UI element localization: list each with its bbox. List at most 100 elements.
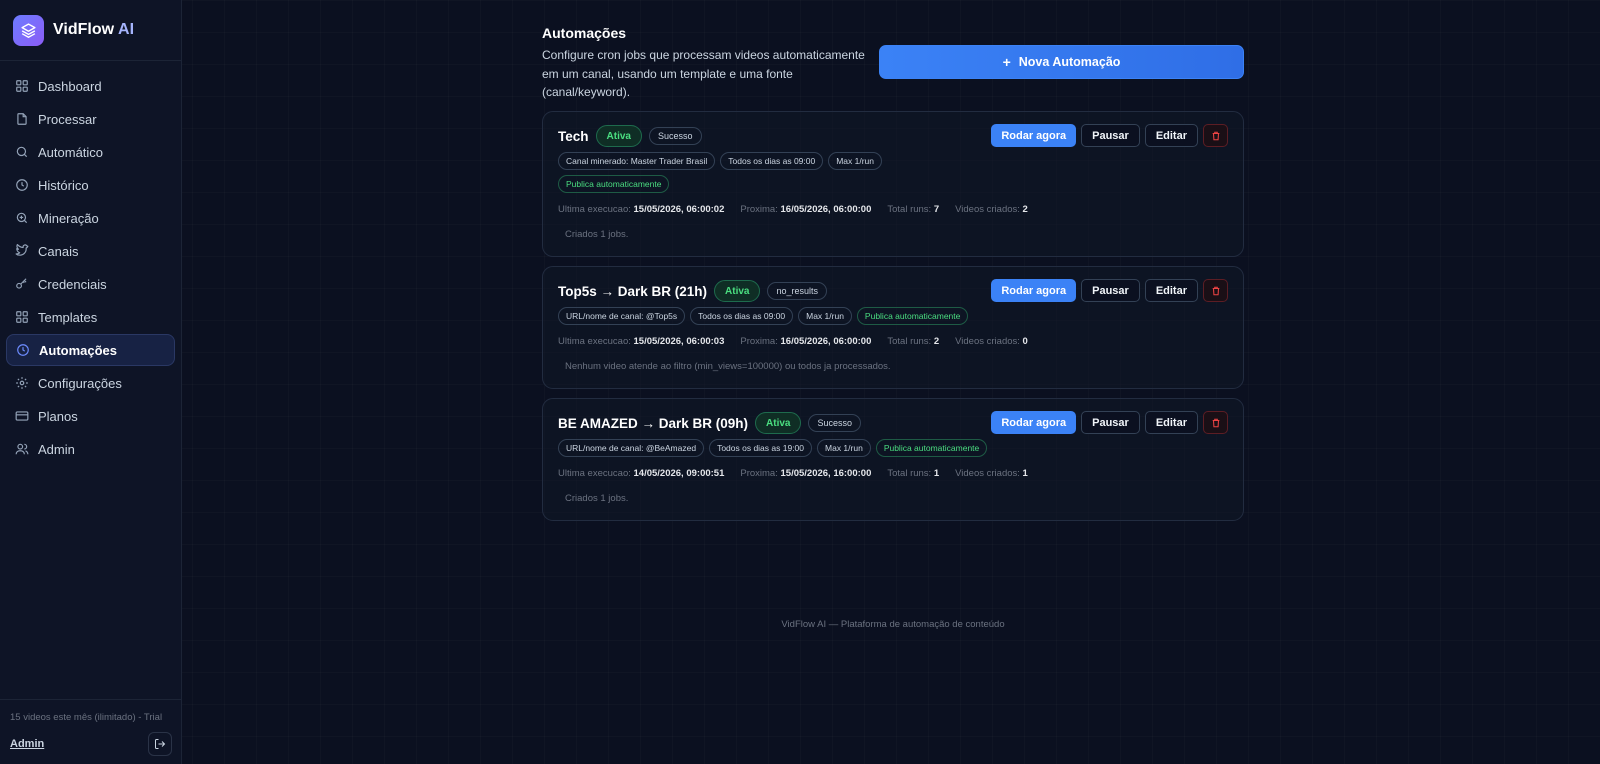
run-now-button[interactable]: Rodar agora (991, 411, 1077, 434)
tag: Todos os dias as 19:00 (709, 439, 813, 457)
trash-icon (1212, 286, 1219, 295)
nav-item-dashboard[interactable]: Dashboard (6, 70, 175, 102)
nav-label: Credenciais (38, 276, 107, 292)
users-icon (15, 443, 29, 455)
nav-item-mineracao[interactable]: Mineração (6, 202, 175, 234)
state-badge: Ativa (595, 125, 642, 147)
stats-row: Ultima execucao: 15/05/2026, 06:00:02 Pr… (558, 202, 1228, 216)
pause-button[interactable]: Pausar (1081, 411, 1140, 434)
nav-item-processar[interactable]: Processar (6, 103, 175, 135)
brand-name: VidFlow AI (53, 21, 134, 39)
stat-label: Ultima execucao: (558, 335, 631, 347)
stats-row: Ultima execucao: 14/05/2026, 09:00:51 Pr… (558, 466, 1228, 480)
nav-label: Templates (38, 309, 98, 325)
nav-label: Admin (38, 441, 75, 457)
nav-label: Processar (38, 111, 97, 127)
stat-label: Videos criados: (955, 467, 1020, 479)
brand-text: VidFlow (53, 21, 115, 38)
tag: Todos os dias as 09:00 (720, 152, 824, 170)
status-badge: no_results (767, 282, 828, 300)
automation-title: Top5s → Dark BR (21h) (558, 283, 708, 299)
nav-item-historico[interactable]: Histórico (6, 169, 175, 201)
plus-icon: + (1002, 54, 1011, 70)
automation-card: Top5s → Dark BR (21h) Ativa no_results R… (542, 266, 1244, 389)
pause-button[interactable]: Pausar (1081, 279, 1140, 302)
stat-value: 15/05/2026, 16:00:00 (780, 467, 872, 479)
stat-label: Proxima: (740, 203, 778, 215)
stat-label: Total runs: (887, 335, 932, 347)
stat-label: Total runs: (887, 467, 932, 479)
stat-value: 1 (1022, 467, 1028, 479)
tag-list: URL/nome de canal: @BeAmazed Todos os di… (558, 439, 988, 457)
edit-button[interactable]: Editar (1144, 279, 1198, 302)
stat-value: 15/05/2026, 06:00:03 (633, 335, 725, 347)
status-badge: Sucesso (648, 127, 702, 145)
trash-icon (1212, 131, 1219, 140)
card-icon (15, 411, 29, 421)
user-link[interactable]: Admin (10, 738, 44, 750)
nav-item-admin[interactable]: Admin (6, 433, 175, 465)
stat-value: 14/05/2026, 09:00:51 (633, 467, 725, 479)
stat-label: Total runs: (887, 203, 932, 215)
nav-label: Canais (38, 243, 79, 259)
edit-button[interactable]: Editar (1144, 124, 1198, 147)
nav-label: Configurações (38, 375, 122, 391)
stat-videos: Videos criados: 0 (955, 336, 1028, 347)
nav-item-canais[interactable]: Canais (6, 235, 175, 267)
stat-label: Videos criados: (955, 203, 1020, 215)
sidebar: VidFlow AI Dashboard Processar Automático… (0, 0, 182, 764)
stat-value: 15/05/2026, 06:00:02 (633, 203, 725, 215)
usage-text: 15 videos este mês (ilimitado) - Trial (10, 712, 163, 723)
search-icon (16, 146, 28, 158)
page-title: Automações (542, 25, 627, 41)
stat-runs: Total runs: 7 (887, 204, 939, 215)
stat-videos: Videos criados: 2 (955, 204, 1028, 215)
state-badge: Ativa (755, 412, 802, 434)
page-header: Automações Configure cron jobs que proce… (542, 0, 1244, 111)
gear-icon (16, 377, 28, 389)
stat-value: 1 (933, 467, 940, 479)
card-actions: Rodar agora Pausar Editar (991, 124, 1228, 147)
nav-item-templates[interactable]: Templates (6, 301, 175, 333)
new-automation-button[interactable]: + Nova Automação (879, 45, 1244, 79)
logout-button[interactable] (148, 732, 172, 756)
card-actions: Rodar agora Pausar Editar (991, 411, 1228, 434)
delete-button[interactable] (1203, 124, 1228, 147)
tag: URL/nome de canal: @BeAmazed (558, 439, 705, 457)
nav-label: Planos (38, 408, 78, 424)
run-note: Criados 1 jobs. (565, 493, 629, 504)
nav-label: Automático (38, 144, 104, 160)
stat-last: Ultima execucao: 15/05/2026, 06:00:02 (558, 204, 724, 215)
run-now-button[interactable]: Rodar agora (991, 124, 1077, 147)
brand-suffix: AI (118, 21, 135, 38)
tag: Max 1/run (817, 439, 871, 457)
new-automation-label: Nova Automação (1018, 55, 1121, 69)
card-actions: Rodar agora Pausar Editar (991, 279, 1228, 302)
tag-list: Canal minerado: Master Trader Brasil Tod… (558, 152, 988, 193)
automation-title: Tech (558, 128, 589, 144)
nav-menu: Dashboard Processar Automático Histórico… (0, 61, 181, 465)
pause-button[interactable]: Pausar (1081, 124, 1140, 147)
nav-item-planos[interactable]: Planos (6, 400, 175, 432)
stat-value: 2 (933, 335, 940, 347)
run-now-button[interactable]: Rodar agora (991, 279, 1077, 302)
tag: Canal minerado: Master Trader Brasil (558, 152, 716, 170)
nav-item-configuracoes[interactable]: Configurações (6, 367, 175, 399)
nav-item-automatico[interactable]: Automático (6, 136, 175, 168)
stat-next: Proxima: 16/05/2026, 06:00:00 (740, 204, 871, 215)
tag: URL/nome de canal: @Top5s (558, 307, 686, 325)
brand[interactable]: VidFlow AI (0, 0, 181, 61)
zoom-icon (16, 212, 28, 224)
auto-publish-tag: Publica automaticamente (856, 307, 969, 325)
delete-button[interactable] (1203, 411, 1228, 434)
stat-label: Proxima: (740, 467, 778, 479)
nav-label: Dashboard (38, 78, 102, 94)
edit-button[interactable]: Editar (1144, 411, 1198, 434)
nav-item-automacoes[interactable]: Automações (6, 334, 175, 366)
tag-list: URL/nome de canal: @Top5s Todos os dias … (558, 307, 998, 325)
clock-icon (16, 179, 28, 191)
stat-runs: Total runs: 1 (887, 468, 939, 479)
nav-item-credenciais[interactable]: Credenciais (6, 268, 175, 300)
status-badge: Sucesso (808, 414, 862, 432)
delete-button[interactable] (1203, 279, 1228, 302)
